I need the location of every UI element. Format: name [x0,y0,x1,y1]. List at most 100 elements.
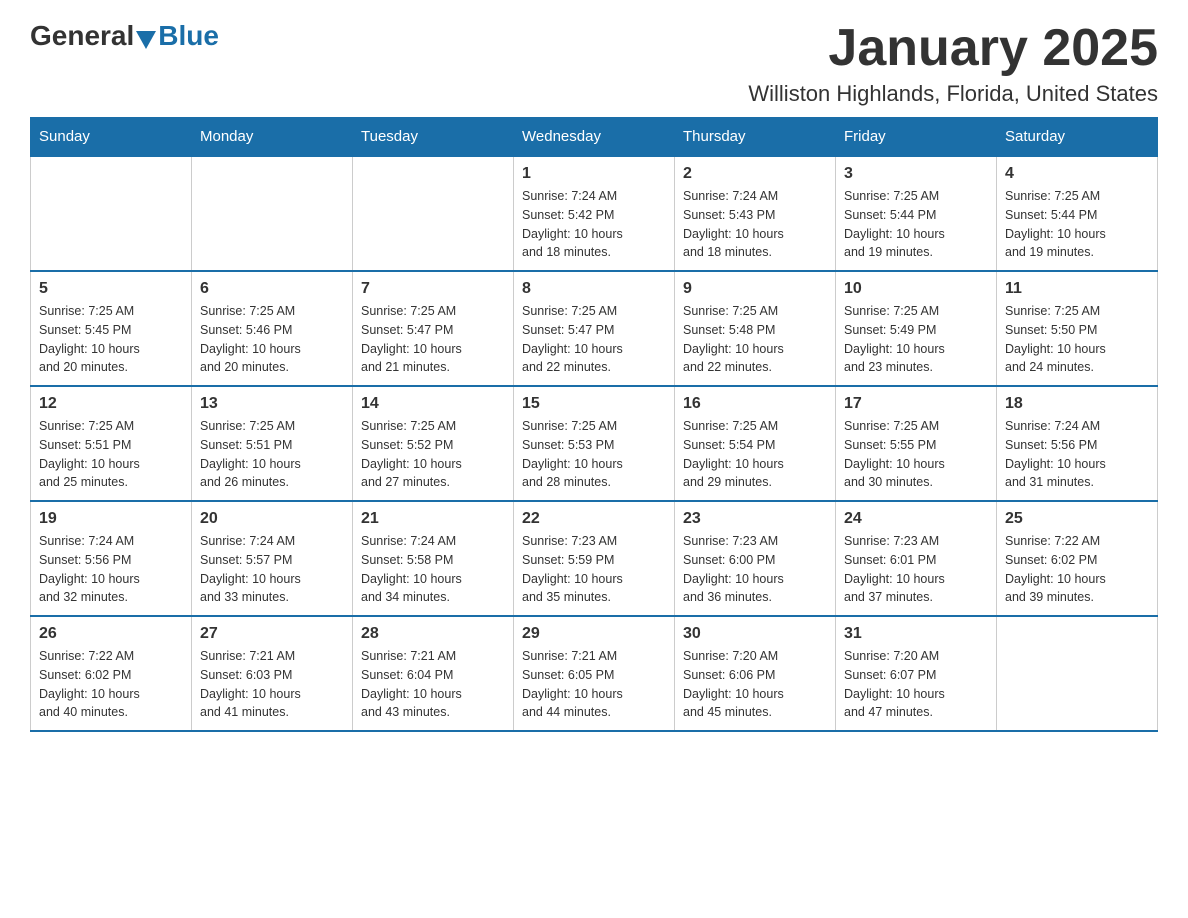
calendar-week-row: 5 Sunrise: 7:25 AMSunset: 5:45 PMDaylight… [31,271,1158,386]
location-title: Williston Highlands, Florida, United Sta… [748,81,1158,107]
calendar-week-row: 19 Sunrise: 7:24 AMSunset: 5:56 PMDayligh… [31,501,1158,616]
calendar-day-26: 26 Sunrise: 7:22 AMSunset: 6:02 PMDayligh… [31,616,192,731]
day-info: Sunrise: 7:23 AMSunset: 6:01 PMDaylight:… [844,532,988,607]
calendar-header-thursday: Thursday [675,118,836,157]
day-number: 15 [522,395,666,413]
calendar-day-25: 25Sunrise: 7:22 AMSunset: 6:02 PMDayligh… [997,501,1158,616]
calendar-header-tuesday: Tuesday [353,118,514,157]
day-number: 13 [200,395,344,413]
calendar-week-row: 12 Sunrise: 7:25 AMSunset: 5:51 PMDayligh… [31,386,1158,501]
day-number: 26 [39,625,183,643]
day-number: 20 [200,510,344,528]
day-info: Sunrise: 7:25 AMSunset: 5:55 PMDaylight:… [844,417,988,492]
day-info: Sunrise: 7:25 AMSunset: 5:51 PMDaylight:… [200,417,344,492]
day-info: Sunrise: 7:22 AMSunset: 6:02 PMDaylight:… [1005,532,1149,607]
calendar-header-wednesday: Wednesday [514,118,675,157]
day-number: 12 [39,395,183,413]
day-info: Sunrise: 7:25 AMSunset: 5:45 PMDaylight:… [39,302,183,377]
calendar-day-13: 13 Sunrise: 7:25 AMSunset: 5:51 PMDayligh… [192,386,353,501]
day-info: Sunrise: 7:25 AMSunset: 5:49 PMDaylight:… [844,302,988,377]
calendar-day-6: 6 Sunrise: 7:25 AMSunset: 5:46 PMDaylight… [192,271,353,386]
day-info: Sunrise: 7:24 AMSunset: 5:58 PMDaylight:… [361,532,505,607]
logo-triangle-icon [136,31,156,49]
calendar-day-1: 1 Sunrise: 7:24 AMSunset: 5:42 PMDaylight… [514,156,675,271]
calendar-header-monday: Monday [192,118,353,157]
day-info: Sunrise: 7:24 AMSunset: 5:42 PMDaylight:… [522,187,666,262]
day-info: Sunrise: 7:23 AMSunset: 5:59 PMDaylight:… [522,532,666,607]
day-info: Sunrise: 7:21 AMSunset: 6:05 PMDaylight:… [522,647,666,722]
day-number: 23 [683,510,827,528]
day-number: 31 [844,625,988,643]
day-number: 28 [361,625,505,643]
calendar-day-29: 29 Sunrise: 7:21 AMSunset: 6:05 PMDayligh… [514,616,675,731]
calendar-empty-cell [353,156,514,271]
calendar-day-3: 3 Sunrise: 7:25 AMSunset: 5:44 PMDaylight… [836,156,997,271]
calendar-header-friday: Friday [836,118,997,157]
page-header: General Blue January 2025 Williston High… [30,20,1158,107]
day-number: 30 [683,625,827,643]
day-number: 21 [361,510,505,528]
calendar-day-17: 17 Sunrise: 7:25 AMSunset: 5:55 PMDayligh… [836,386,997,501]
calendar-day-7: 7 Sunrise: 7:25 AMSunset: 5:47 PMDaylight… [353,271,514,386]
day-info: Sunrise: 7:25 AMSunset: 5:48 PMDaylight:… [683,302,827,377]
day-number: 7 [361,280,505,298]
logo-general-text: General [30,20,134,52]
calendar-header-saturday: Saturday [997,118,1158,157]
calendar-empty-cell [31,156,192,271]
day-info: Sunrise: 7:20 AMSunset: 6:07 PMDaylight:… [844,647,988,722]
day-info: Sunrise: 7:24 AMSunset: 5:57 PMDaylight:… [200,532,344,607]
calendar-day-21: 21 Sunrise: 7:24 AMSunset: 5:58 PMDayligh… [353,501,514,616]
calendar-day-28: 28 Sunrise: 7:21 AMSunset: 6:04 PMDayligh… [353,616,514,731]
calendar-day-8: 8 Sunrise: 7:25 AMSunset: 5:47 PMDaylight… [514,271,675,386]
day-info: Sunrise: 7:20 AMSunset: 6:06 PMDaylight:… [683,647,827,722]
calendar-day-18: 18Sunrise: 7:24 AMSunset: 5:56 PMDayligh… [997,386,1158,501]
title-area: January 2025 Williston Highlands, Florid… [748,20,1158,107]
day-number: 5 [39,280,183,298]
calendar-day-22: 22 Sunrise: 7:23 AMSunset: 5:59 PMDayligh… [514,501,675,616]
calendar-day-15: 15Sunrise: 7:25 AMSunset: 5:53 PMDayligh… [514,386,675,501]
day-info: Sunrise: 7:25 AMSunset: 5:51 PMDaylight:… [39,417,183,492]
day-number: 27 [200,625,344,643]
day-info: Sunrise: 7:25 AMSunset: 5:52 PMDaylight:… [361,417,505,492]
day-info: Sunrise: 7:25 AMSunset: 5:46 PMDaylight:… [200,302,344,377]
logo: General Blue [30,20,219,52]
day-number: 17 [844,395,988,413]
day-info: Sunrise: 7:25 AMSunset: 5:44 PMDaylight:… [844,187,988,262]
day-info: Sunrise: 7:25 AMSunset: 5:47 PMDaylight:… [361,302,505,377]
day-number: 6 [200,280,344,298]
day-number: 9 [683,280,827,298]
day-number: 14 [361,395,505,413]
day-info: Sunrise: 7:25 AMSunset: 5:50 PMDaylight:… [1005,302,1149,377]
day-number: 24 [844,510,988,528]
calendar-day-23: 23Sunrise: 7:23 AMSunset: 6:00 PMDayligh… [675,501,836,616]
calendar-day-19: 19 Sunrise: 7:24 AMSunset: 5:56 PMDayligh… [31,501,192,616]
calendar-header-sunday: Sunday [31,118,192,157]
calendar-day-30: 30 Sunrise: 7:20 AMSunset: 6:06 PMDayligh… [675,616,836,731]
calendar-day-24: 24 Sunrise: 7:23 AMSunset: 6:01 PMDayligh… [836,501,997,616]
day-info: Sunrise: 7:25 AMSunset: 5:44 PMDaylight:… [1005,187,1149,262]
calendar-empty-cell [192,156,353,271]
day-number: 8 [522,280,666,298]
calendar-header-row: SundayMondayTuesdayWednesdayThursdayFrid… [31,118,1158,157]
day-number: 1 [522,165,666,183]
calendar-day-12: 12 Sunrise: 7:25 AMSunset: 5:51 PMDayligh… [31,386,192,501]
calendar-day-16: 16Sunrise: 7:25 AMSunset: 5:54 PMDayligh… [675,386,836,501]
day-number: 4 [1005,165,1149,183]
calendar-day-2: 2Sunrise: 7:24 AMSunset: 5:43 PMDaylight… [675,156,836,271]
day-number: 16 [683,395,827,413]
calendar-week-row: 1 Sunrise: 7:24 AMSunset: 5:42 PMDaylight… [31,156,1158,271]
day-number: 22 [522,510,666,528]
calendar-day-11: 11 Sunrise: 7:25 AMSunset: 5:50 PMDayligh… [997,271,1158,386]
calendar-week-row: 26 Sunrise: 7:22 AMSunset: 6:02 PMDayligh… [31,616,1158,731]
day-info: Sunrise: 7:24 AMSunset: 5:56 PMDaylight:… [1005,417,1149,492]
day-info: Sunrise: 7:22 AMSunset: 6:02 PMDaylight:… [39,647,183,722]
day-info: Sunrise: 7:21 AMSunset: 6:04 PMDaylight:… [361,647,505,722]
calendar-empty-cell [997,616,1158,731]
day-info: Sunrise: 7:25 AMSunset: 5:47 PMDaylight:… [522,302,666,377]
day-info: Sunrise: 7:24 AMSunset: 5:56 PMDaylight:… [39,532,183,607]
day-number: 11 [1005,280,1149,298]
calendar-day-5: 5 Sunrise: 7:25 AMSunset: 5:45 PMDaylight… [31,271,192,386]
day-number: 3 [844,165,988,183]
day-number: 19 [39,510,183,528]
day-number: 29 [522,625,666,643]
